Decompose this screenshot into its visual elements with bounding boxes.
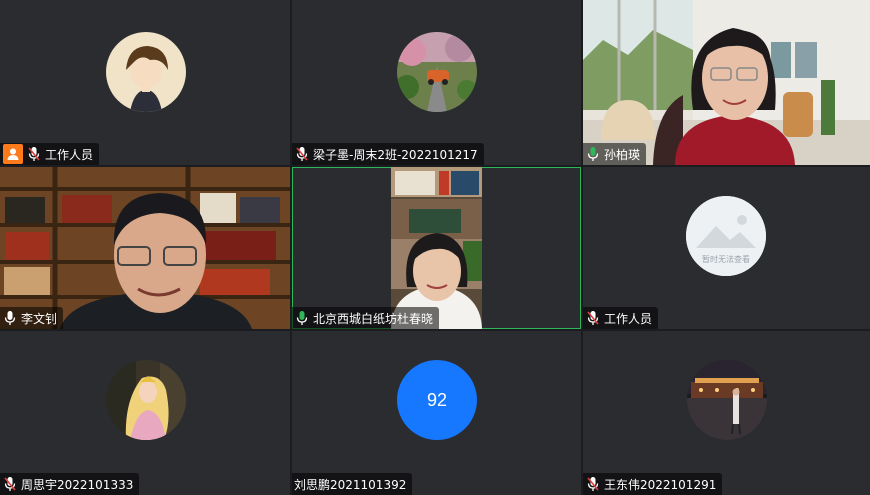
number-avatar: 92 [397, 360, 477, 440]
mic-muted-icon [27, 146, 41, 162]
name-label: 梁子墨-周末2班-2022101217 [292, 143, 484, 165]
image-unavailable-text: 暂时无法查看 [702, 254, 750, 264]
participant-tile[interactable]: 北京西城白纸坊杜春晓 [292, 167, 581, 329]
night-palace-avatar [687, 360, 767, 440]
mic-active-icon [295, 310, 309, 326]
mic-active-icon [3, 310, 17, 326]
participant-name: 周思宇2022101333 [21, 477, 134, 492]
man-bookshelf-video [0, 167, 290, 329]
name-label: 刘思鹏2021101392 [292, 473, 413, 495]
mic-muted-icon [295, 146, 309, 162]
image-unavailable-avatar: 暂时无法查看 [686, 196, 766, 276]
staff-icon [3, 144, 23, 164]
participant-name: 刘思鹏2021101392 [294, 477, 407, 492]
name-label: 工作人员 [0, 143, 100, 165]
participant-tile[interactable]: 周思宇2022101333 [0, 331, 290, 495]
name-label: 王东伟2022101291 [583, 473, 723, 495]
woman-living-room-video [583, 0, 870, 165]
participant-tile[interactable]: 工作人员 [0, 0, 290, 165]
mic-muted-icon [586, 310, 600, 326]
participant-tile[interactable]: 92 刘思鹏2021101392 [292, 331, 581, 495]
participant-name: 北京西城白纸坊杜春晓 [313, 311, 434, 326]
participant-tile[interactable]: 王东伟2022101291 [583, 331, 870, 495]
name-label: 周思宇2022101333 [0, 473, 140, 495]
princess-avatar [106, 360, 186, 440]
participant-name: 工作人员 [604, 311, 653, 326]
participant-name: 梁子墨-周末2班-2022101217 [313, 147, 478, 162]
mic-muted-icon [3, 476, 17, 492]
participant-name: 工作人员 [45, 147, 94, 162]
woman-bookshelf-video [391, 167, 482, 329]
participant-tile[interactable]: 梁子墨-周末2班-2022101217 [292, 0, 581, 165]
anime-boy-avatar [106, 32, 186, 112]
name-label: 北京西城白纸坊杜春晓 [292, 307, 440, 329]
name-label: 李文钊 [0, 307, 64, 329]
car-street-avatar [397, 32, 477, 112]
video-grid: 工作人员 梁子墨-周末2班-2022101217 孙柏瑛 李文钊 北京西城白纸坊… [0, 0, 870, 495]
participant-tile[interactable]: 孙柏瑛 [583, 0, 870, 165]
participant-name: 李文钊 [21, 311, 58, 326]
mic-active-icon [586, 146, 600, 162]
participant-name: 王东伟2022101291 [604, 477, 717, 492]
participant-tile[interactable]: 暂时无法查看 工作人员 [583, 167, 870, 329]
name-label: 工作人员 [583, 307, 659, 329]
mic-muted-icon [586, 476, 600, 492]
name-label: 孙柏瑛 [583, 143, 647, 165]
participant-name: 孙柏瑛 [604, 147, 641, 162]
participant-tile[interactable]: 李文钊 [0, 167, 290, 329]
